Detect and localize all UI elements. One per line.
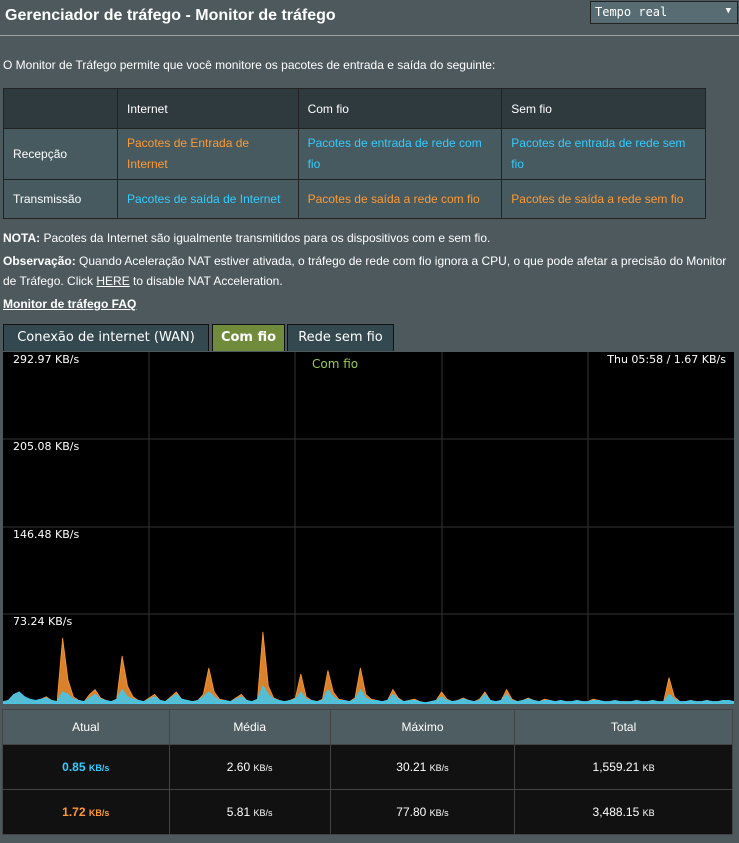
rx-total: 1,559.21 KB [514, 744, 733, 790]
tab-wireless[interactable]: Rede sem fio [287, 324, 394, 351]
note-body: Pacotes da Internet são igualmente trans… [40, 231, 491, 245]
tab-wan[interactable]: Conexão de internet (WAN) [3, 324, 209, 351]
mode-select[interactable]: Tempo real ▼ [590, 1, 738, 24]
stats-header-max: Máximo [329, 709, 516, 745]
table-row: Transmissão Pacotes de saída de Internet… [3, 179, 706, 219]
rx-average: 2.60 KB/s [168, 744, 331, 790]
observation-text: Observação: Quando Aceleração NAT estive… [3, 251, 738, 291]
col-header-wired: Com fio [297, 88, 503, 129]
note-label: NOTA: [3, 231, 41, 245]
tx-max: 77.80 KB/s [329, 789, 516, 835]
y-tick-label: 73.24 KB/s [13, 615, 73, 628]
traffic-graph: 292.97 KB/s 205.08 KB/s 146.48 KB/s 73.2… [3, 352, 734, 704]
tab-wired[interactable]: Com fio [212, 324, 285, 351]
cell-internet-rx: Pacotes de Entrada de Internet [117, 128, 299, 180]
chevron-down-icon: ▼ [725, 6, 731, 16]
tx-current: 1.72 KB/s [2, 789, 170, 835]
nat-disable-link[interactable]: HERE [96, 274, 129, 288]
cell-internet-tx: Pacotes de saída de Internet [117, 179, 299, 219]
cell-wireless-tx: Pacotes de saída a rede sem fio [501, 179, 706, 219]
intro-text: O Monitor de Tráfego permite que você mo… [3, 58, 496, 72]
title-divider [0, 35, 739, 36]
tx-series-area [3, 631, 734, 704]
col-header-wireless: Sem fio [501, 88, 706, 129]
row-header-transmission: Transmissão [3, 179, 118, 219]
cell-wired-tx: Pacotes de saída a rede com fio [297, 179, 503, 219]
traffic-graph-canvas [3, 352, 734, 704]
stats-row-tx: 1.72 KB/s 5.81 KB/s 77.80 KB/s 3,488.15 … [2, 789, 733, 835]
stats-header-current: Atual [2, 709, 170, 745]
stats-header-average: Média [168, 709, 331, 745]
stats-row-rx: 0.85 KB/s 2.60 KB/s 30.21 KB/s 1,559.21 … [2, 744, 733, 790]
y-tick-label: 205.08 KB/s [13, 440, 80, 453]
observation-label: Observação: [3, 254, 76, 268]
stats-header-row: Atual Média Máximo Total [2, 709, 733, 745]
rx-max: 30.21 KB/s [329, 744, 516, 790]
y-tick-label: 146.48 KB/s [13, 528, 80, 541]
title-bar: Gerenciador de tráfego - Monitor de tráf… [0, 0, 739, 35]
rx-series-area [3, 685, 734, 704]
row-header-reception: Recepção [3, 128, 118, 180]
faq-link[interactable]: Monitor de tráfego FAQ [3, 297, 136, 311]
table-corner-cell [3, 88, 118, 129]
col-header-internet: Internet [117, 88, 299, 129]
cell-wired-rx: Pacotes de entrada de rede com fio [297, 128, 503, 180]
table-row: Recepção Pacotes de Entrada de Internet … [3, 128, 706, 180]
observation-body-end: to disable NAT Acceleration. [129, 274, 283, 288]
mode-select-value: Tempo real [595, 5, 668, 19]
y-tick-label: 292.97 KB/s [13, 353, 80, 366]
tx-total: 3,488.15 KB [514, 789, 733, 835]
packet-info-table: Internet Com fio Sem fio Recepção Pacote… [3, 88, 706, 219]
stats-table: Atual Média Máximo Total 0.85 KB/s 2.60 … [2, 709, 733, 835]
note-text: NOTA: Pacotes da Internet são igualmente… [3, 228, 490, 248]
page-title: Gerenciador de tráfego - Monitor de tráf… [5, 7, 336, 24]
stats-header-total: Total [514, 709, 733, 745]
rx-current: 0.85 KB/s [2, 744, 170, 790]
cell-wireless-rx: Pacotes de entrada de rede sem fio [501, 128, 706, 180]
tx-average: 5.81 KB/s [168, 789, 331, 835]
table-header-row: Internet Com fio Sem fio [3, 88, 706, 129]
graph-title: Com fio [312, 357, 359, 371]
graph-timestamp: Thu 05:58 / 1.67 KB/s [607, 353, 726, 366]
